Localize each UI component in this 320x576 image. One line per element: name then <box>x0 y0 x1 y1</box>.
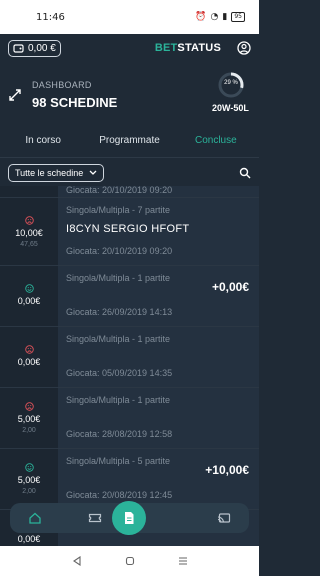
battery-icon: 95 <box>231 12 245 22</box>
wallet-icon <box>13 44 24 53</box>
dashboard-header: DASHBOARD 98 SCHEDINE 29 % 20W-50L <box>0 62 259 124</box>
wifi-icon: ◔ <box>210 12 219 22</box>
bet-date: Giocata: 20/08/2019 12:45 <box>66 490 173 500</box>
bet-row[interactable]: Giocata: 20/10/2019 09:20 <box>0 186 259 198</box>
bet-stake: 0,00€ <box>17 356 41 367</box>
bet-winnings: +0,00€ <box>211 280 249 294</box>
back-icon[interactable] <box>72 556 82 566</box>
home-button-icon[interactable] <box>125 556 135 566</box>
bet-stake-column: 0,00€ <box>0 327 58 387</box>
bet-date: Giocata: 20/10/2019 09:20 <box>66 186 173 195</box>
document-icon <box>125 512 134 524</box>
bet-details: Singola/Multipla - 1 partite Giocata: 28/… <box>58 388 259 448</box>
system-nav-bar <box>0 546 259 576</box>
bet-row[interactable]: 5,00€ 2,00 Singola/Multipla - 1 partite Gio… <box>0 388 259 449</box>
frown-icon <box>24 402 34 411</box>
cast-icon[interactable] <box>217 512 231 524</box>
bet-details: Giocata: 20/10/2019 09:20 <box>58 186 259 197</box>
bet-details: Singola/Multipla - 1 partite Giocata: 05/… <box>58 327 259 387</box>
bet-stake: 0,00€ <box>17 295 41 306</box>
bet-stake-column: 5,00€ 2,00 <box>0 388 58 448</box>
bet-details: Singola/Multipla - 5 partite Giocata: 20/… <box>58 449 259 509</box>
schedine-count: 98 SCHEDINE <box>32 95 118 110</box>
status-time: 11:46 <box>36 11 65 23</box>
balance-value: 0,00 € <box>28 42 56 54</box>
bet-date: Giocata: 26/09/2019 14:13 <box>66 307 173 317</box>
bet-date: Giocata: 28/08/2019 12:58 <box>66 429 173 439</box>
smile-icon <box>24 283 34 293</box>
bet-tabs: In corso Programmate Concluse <box>0 124 259 158</box>
search-icon[interactable] <box>239 167 251 179</box>
frown-icon <box>24 215 34 225</box>
new-bet-button[interactable] <box>112 501 146 535</box>
bet-stake: 10,00€ <box>15 227 43 238</box>
bet-stake-column: 5,00€ 2,00 <box>0 449 58 509</box>
bet-row[interactable]: 0,00€ Singola/Multipla - 1 partite Giocata… <box>0 327 259 388</box>
bet-odds: 47,65 <box>20 240 38 248</box>
tab-concluse[interactable]: Concluse <box>173 135 259 146</box>
signal-icon: ▮ <box>222 12 228 22</box>
status-icons: ⏰ ◔ ▮ 95 <box>195 12 245 22</box>
bet-date: Giocata: 20/10/2019 09:20 <box>66 246 173 256</box>
bet-stake: 5,00€ <box>17 414 41 424</box>
bet-type: Singola/Multipla - 1 partite <box>66 395 171 405</box>
bet-row[interactable]: 0,00€ Singola/Multipla - 1 partite Giocata… <box>0 266 259 327</box>
win-loss-record: 20W-50L <box>212 103 249 113</box>
recents-icon[interactable] <box>178 556 188 566</box>
tab-in-corso[interactable]: In corso <box>0 135 86 146</box>
bet-details: Singola/Multipla - 1 partite Giocata: 26/… <box>58 266 259 326</box>
bet-odds: 2,00 <box>22 427 36 434</box>
bet-stake-column: 10,00€ 47,65 <box>0 198 58 265</box>
bet-stake-column: 0,00€ <box>0 266 58 326</box>
bet-winnings: +10,00€ <box>205 463 249 477</box>
bet-details: Singola/Multipla - 7 partite I8CYN SERGIO… <box>58 198 259 265</box>
ticket-icon[interactable] <box>88 512 102 524</box>
filter-row: Tutte le schedine <box>0 158 259 188</box>
bet-list: Giocata: 20/10/2019 09:20 10,00€ 47,65 Sing… <box>0 186 259 546</box>
bet-type: Singola/Multipla - 1 partite <box>66 334 171 344</box>
win-rate-percent: 29 % <box>224 80 238 86</box>
bet-type: Singola/Multipla - 7 partite <box>66 205 171 215</box>
smile-icon <box>24 463 34 472</box>
frown-icon <box>24 344 34 354</box>
bet-stake-column <box>0 186 58 197</box>
bet-stake: 0,00€ <box>17 533 41 544</box>
system-status-bar: 11:46 ⏰ ◔ ▮ 95 <box>0 0 259 34</box>
wallet-balance[interactable]: 0,00 € <box>8 39 61 57</box>
dashboard-label: DASHBOARD <box>32 80 92 90</box>
bet-row[interactable]: 10,00€ 47,65 Singola/Multipla - 7 partite I… <box>0 198 259 266</box>
expand-icon[interactable] <box>8 88 22 102</box>
tab-programmate[interactable]: Programmate <box>86 135 172 146</box>
filter-dropdown[interactable]: Tutte le schedine <box>8 164 105 182</box>
filter-selected: Tutte le schedine <box>15 168 84 178</box>
chevron-down-icon <box>89 170 97 175</box>
app-logo: BETSTATUS <box>154 42 221 54</box>
bet-stake: 5,00€ <box>17 475 41 485</box>
bet-teams: I8CYN SERGIO HFOFT <box>66 223 190 235</box>
app-topbar: 0,00 € BETSTATUS <box>0 34 259 62</box>
alarm-icon: ⏰ <box>195 12 207 22</box>
bet-date: Giocata: 05/09/2019 14:35 <box>66 368 173 378</box>
bet-odds: 2,00 <box>22 488 36 495</box>
home-icon[interactable] <box>28 512 42 524</box>
account-icon[interactable] <box>237 41 251 55</box>
